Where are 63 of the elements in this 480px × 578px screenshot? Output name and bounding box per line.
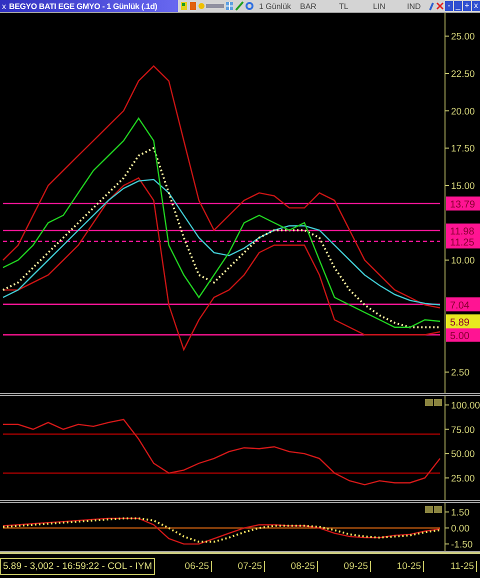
- y-tick-label: 75.00: [451, 424, 475, 436]
- currency-menu[interactable]: TL: [339, 2, 372, 10]
- y-tick-label: 20.00: [451, 106, 475, 118]
- badge-icon[interactable]: [206, 1, 224, 11]
- close-button[interactable]: x: [2, 2, 6, 10]
- window-button[interactable]: _: [454, 1, 462, 11]
- panel-control-icon[interactable]: [425, 506, 442, 513]
- axis-label: 100.00: [444, 400, 480, 412]
- period-menu[interactable]: 1 Günlük: [259, 2, 299, 10]
- style-menu[interactable]: BAR: [300, 2, 338, 10]
- y-tick-label: 22.50: [451, 68, 475, 80]
- axis-label: 25.00: [444, 32, 475, 43]
- time-axis-label: 10-25: [373, 560, 424, 572]
- axis-label: 15.00: [444, 180, 475, 192]
- window-button[interactable]: -: [445, 1, 453, 11]
- axis-label: 20.00: [444, 106, 475, 118]
- y-tick-label: 0.00: [451, 523, 470, 534]
- y-tick-label: 25.00: [451, 32, 475, 43]
- time-axis-label: 08-25: [267, 560, 318, 572]
- y-tick-label: -1.50: [451, 539, 473, 550]
- axis-label: 22.50: [444, 68, 475, 80]
- gear-icon[interactable]: [245, 1, 254, 11]
- indicator-menu[interactable]: IND: [407, 2, 427, 10]
- status-text: 5.89 - 3,002 - 16:59:22 - COL - IYM: [0, 558, 156, 574]
- window-button[interactable]: x: [472, 1, 480, 11]
- axis-label: 75.00: [444, 424, 475, 436]
- axis-label: -1.50: [444, 539, 473, 550]
- series-label: 7.04: [450, 300, 470, 312]
- axis-label: 50.00: [444, 449, 475, 460]
- series-label: 13.79: [450, 200, 476, 211]
- square-icon[interactable]: [189, 1, 197, 11]
- axis-label: 10.00: [444, 256, 475, 267]
- y-tick-label: 2.50: [451, 368, 470, 379]
- window-button[interactable]: +: [463, 1, 471, 11]
- axis-label: 1.50: [444, 507, 470, 518]
- axis-label: 25.00: [444, 473, 475, 484]
- time-axis-label: 11-25: [426, 560, 478, 572]
- y-tick-label: 10.00: [451, 256, 475, 267]
- time-axis-label: 06-25: [161, 560, 212, 572]
- time-axis-label: 09-25: [320, 560, 372, 572]
- legend-label: 11.25: [450, 237, 475, 248]
- cross-icon[interactable]: [436, 1, 444, 11]
- time-axis-label: 07-25: [214, 560, 266, 572]
- y-tick-label: 1.50: [451, 507, 470, 518]
- y-tick-label: 100.00: [451, 400, 480, 412]
- panel-control-icon[interactable]: [425, 399, 442, 406]
- axis-label: 0.00: [444, 523, 470, 534]
- y-tick-label: 17.50: [451, 144, 475, 155]
- level-label: 13.79: [446, 196, 480, 211]
- pencil-icon[interactable]: [235, 1, 244, 11]
- y-tick-label: 15.00: [451, 180, 475, 192]
- y-tick-label: 25.00: [451, 473, 475, 484]
- level-label: 11.25: [446, 234, 480, 248]
- series-label: 5.00: [450, 330, 470, 342]
- level-label: 7.04: [446, 297, 480, 312]
- y-tick-label: 50.00: [451, 449, 475, 460]
- axis-label: 17.50: [444, 144, 475, 155]
- window-title: BEGYO BATI EGE GMYO - 1 Günlük (.1d): [9, 2, 158, 10]
- grid-icon[interactable]: [225, 1, 234, 11]
- scale-menu[interactable]: LIN: [373, 2, 406, 10]
- axis-label: 2.50: [444, 368, 470, 379]
- price-label: 5.89: [446, 314, 480, 328]
- level-label: 5.00: [446, 328, 480, 342]
